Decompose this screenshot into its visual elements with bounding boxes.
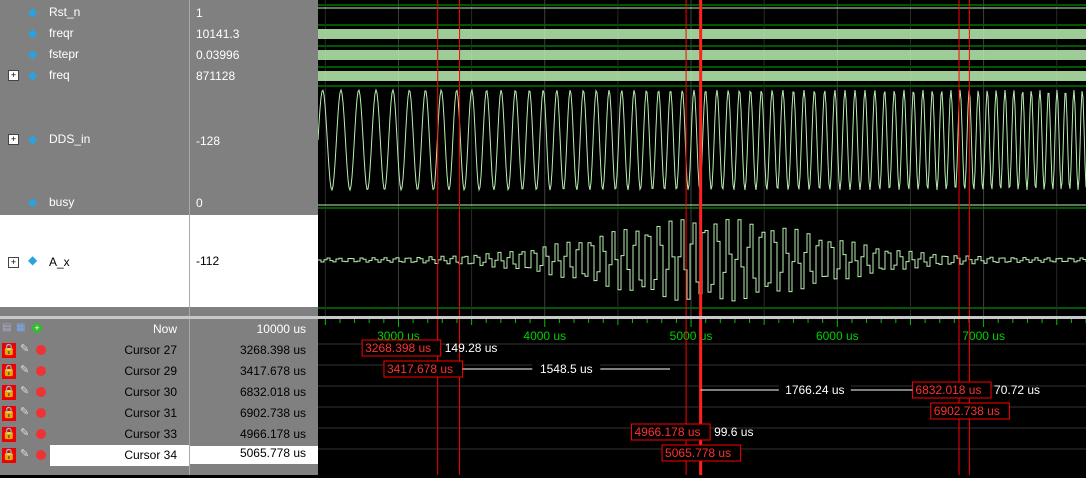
signal-value: -128	[196, 134, 221, 148]
cursor-row[interactable]: 🔒 ✎ Cursor 31	[0, 403, 189, 424]
remove-icon[interactable]	[36, 408, 46, 418]
signal-name: DDS_in	[49, 132, 91, 146]
waveform-canvas[interactable]	[317, 0, 1086, 316]
signal-name: A_x	[49, 255, 70, 269]
signal-row-dds-in[interactable]: + ◆ DDS_in	[0, 132, 189, 150]
signal-value: -112	[196, 254, 220, 268]
wrench-icon[interactable]: ✎	[20, 384, 29, 397]
cursor-value: 6832.018 us	[239, 385, 306, 399]
lock-icon[interactable]: 🔒	[2, 385, 16, 400]
now-value: 10000 us	[256, 322, 306, 336]
signal-name: freq	[49, 68, 70, 82]
lock-icon[interactable]: 🔒	[2, 364, 16, 379]
remove-icon[interactable]	[36, 345, 46, 355]
cursor-time-label: 3268.398 us	[365, 341, 431, 355]
cursor-time-label: 5065.778 us	[665, 446, 731, 460]
diamond-icon: ◆	[28, 132, 38, 146]
signal-value: 1	[196, 6, 203, 20]
cursor-row[interactable]: 🔒 ✎ Cursor 33	[0, 424, 189, 445]
diamond-icon: ◆	[28, 253, 38, 267]
zoom-icon[interactable]: ▦	[16, 322, 25, 333]
cursor-name: Cursor 29	[124, 364, 177, 378]
remove-icon[interactable]	[36, 387, 46, 397]
cursor-canvas[interactable]: 3000 us 4000 us 5000 us 6000 us 7000 us3268.…	[318, 319, 1086, 475]
cursor-value: 6902.738 us	[239, 406, 306, 420]
signal-row-a-x[interactable]: + ◆ A_x	[0, 215, 189, 307]
now-row: ▤ ▦ + Now	[0, 319, 189, 340]
wrench-icon[interactable]: ✎	[20, 405, 29, 418]
remove-icon[interactable]	[36, 450, 46, 460]
signal-value: 871128	[196, 69, 236, 83]
cursor-value: 4966.178 us	[239, 427, 306, 441]
signal-name: Rst_n	[49, 5, 81, 19]
signal-row-fstepr[interactable]: ◆ fstepr	[0, 47, 189, 65]
cursor-delta-label: 1548.5 us	[540, 362, 593, 376]
cursor-name: Cursor 31	[124, 406, 177, 420]
remove-icon[interactable]	[36, 366, 46, 376]
cursor-delta-label: 70.72 us	[994, 383, 1040, 397]
signal-value: 0.03996	[196, 48, 240, 62]
cursor-time-label: 3417.678 us	[387, 362, 453, 376]
signal-value: 0	[196, 196, 203, 210]
cursor-delta-label: 1766.24 us	[785, 383, 844, 397]
lock-icon[interactable]: 🔒	[2, 427, 16, 442]
ruler-label: 4000 us	[523, 329, 566, 343]
signal-row-busy[interactable]: ◆ busy	[0, 195, 189, 213]
cursor-delta-label: 149.28 us	[445, 341, 498, 355]
add-cursor-icon[interactable]: +	[32, 323, 42, 333]
diamond-icon: ◆	[28, 195, 38, 209]
cursor-values-pane: 10000 us 3268.398 us 3417.678 us 6832.018 …	[189, 319, 318, 475]
cursor-row[interactable]: 🔒 ✎ Cursor 30	[0, 382, 189, 403]
remove-icon[interactable]	[36, 429, 46, 439]
lock-icon[interactable]: 🔒	[2, 343, 16, 358]
signal-name: busy	[49, 195, 75, 209]
waveform-pane[interactable]	[317, 0, 1086, 316]
lock-icon[interactable]: 🔒	[2, 406, 16, 421]
signal-row-freqr[interactable]: ◆ freqr	[0, 26, 189, 44]
cursor-row[interactable]: Cursor 34	[50, 445, 189, 466]
cursor-delta-label: 99.6 us	[714, 425, 753, 439]
cursor-time-label: 6902.738 us	[934, 404, 1000, 418]
cursor-name: Cursor 33	[124, 427, 177, 441]
signal-values-pane: 1 10141.3 0.03996 871128 -128 0 -112	[189, 0, 318, 316]
expand-icon[interactable]: +	[8, 257, 19, 268]
ruler-label: 5000 us	[670, 329, 713, 343]
cursor-row[interactable]: 🔒 ✎ Cursor 29	[0, 361, 189, 382]
lock-icon[interactable]: 🔒	[2, 448, 16, 463]
wrench-icon[interactable]: ✎	[20, 363, 29, 376]
cursor-row[interactable]: 🔒 ✎ Cursor 27	[0, 340, 189, 361]
wrench-icon[interactable]: ✎	[20, 447, 29, 460]
signal-row-rst-n[interactable]: ◆ Rst_n	[0, 5, 189, 23]
wrench-icon[interactable]: ✎	[20, 342, 29, 355]
cursor-value: 3417.678 us	[239, 364, 306, 378]
cursor-name: Cursor 34	[124, 448, 177, 462]
cursor-value: 5065.778 us	[190, 446, 318, 464]
cursor-value: 3268.398 us	[239, 343, 306, 357]
cursor-toolbar-icon[interactable]: ▤	[2, 322, 11, 333]
now-label: Now	[152, 322, 177, 336]
expand-icon[interactable]: +	[8, 70, 19, 81]
cursor-time-label: 6832.018 us	[915, 383, 981, 397]
signal-row-freq[interactable]: + ◆ freq	[0, 68, 189, 86]
cursor-name: Cursor 27	[124, 343, 177, 357]
signal-name: fstepr	[49, 47, 80, 61]
ruler-label: 6000 us	[816, 329, 859, 343]
diamond-icon: ◆	[28, 5, 38, 19]
signal-names-pane: ◆ Rst_n ◆ freqr ◆ fstepr + ◆ freq + ◆ DD…	[0, 0, 189, 316]
cursor-names-pane: ▤ ▦ + Now 🔒 ✎ Cursor 27 🔒 ✎ Cursor 29 🔒 ✎ Cursor…	[0, 319, 189, 475]
ruler-label: 7000 us	[962, 329, 1005, 343]
expand-icon[interactable]: +	[8, 134, 19, 145]
wrench-icon[interactable]: ✎	[20, 426, 29, 439]
signal-name: freqr	[49, 26, 74, 40]
signal-value: 10141.3	[196, 27, 240, 41]
diamond-icon: ◆	[28, 47, 38, 61]
diamond-icon: ◆	[28, 68, 38, 82]
cursor-time-label: 4966.178 us	[634, 425, 700, 439]
cursor-timeline-pane[interactable]: 3000 us 4000 us 5000 us 6000 us 7000 us 3268.…	[318, 319, 1086, 475]
cursor-name: Cursor 30	[124, 385, 177, 399]
diamond-icon: ◆	[28, 26, 38, 40]
